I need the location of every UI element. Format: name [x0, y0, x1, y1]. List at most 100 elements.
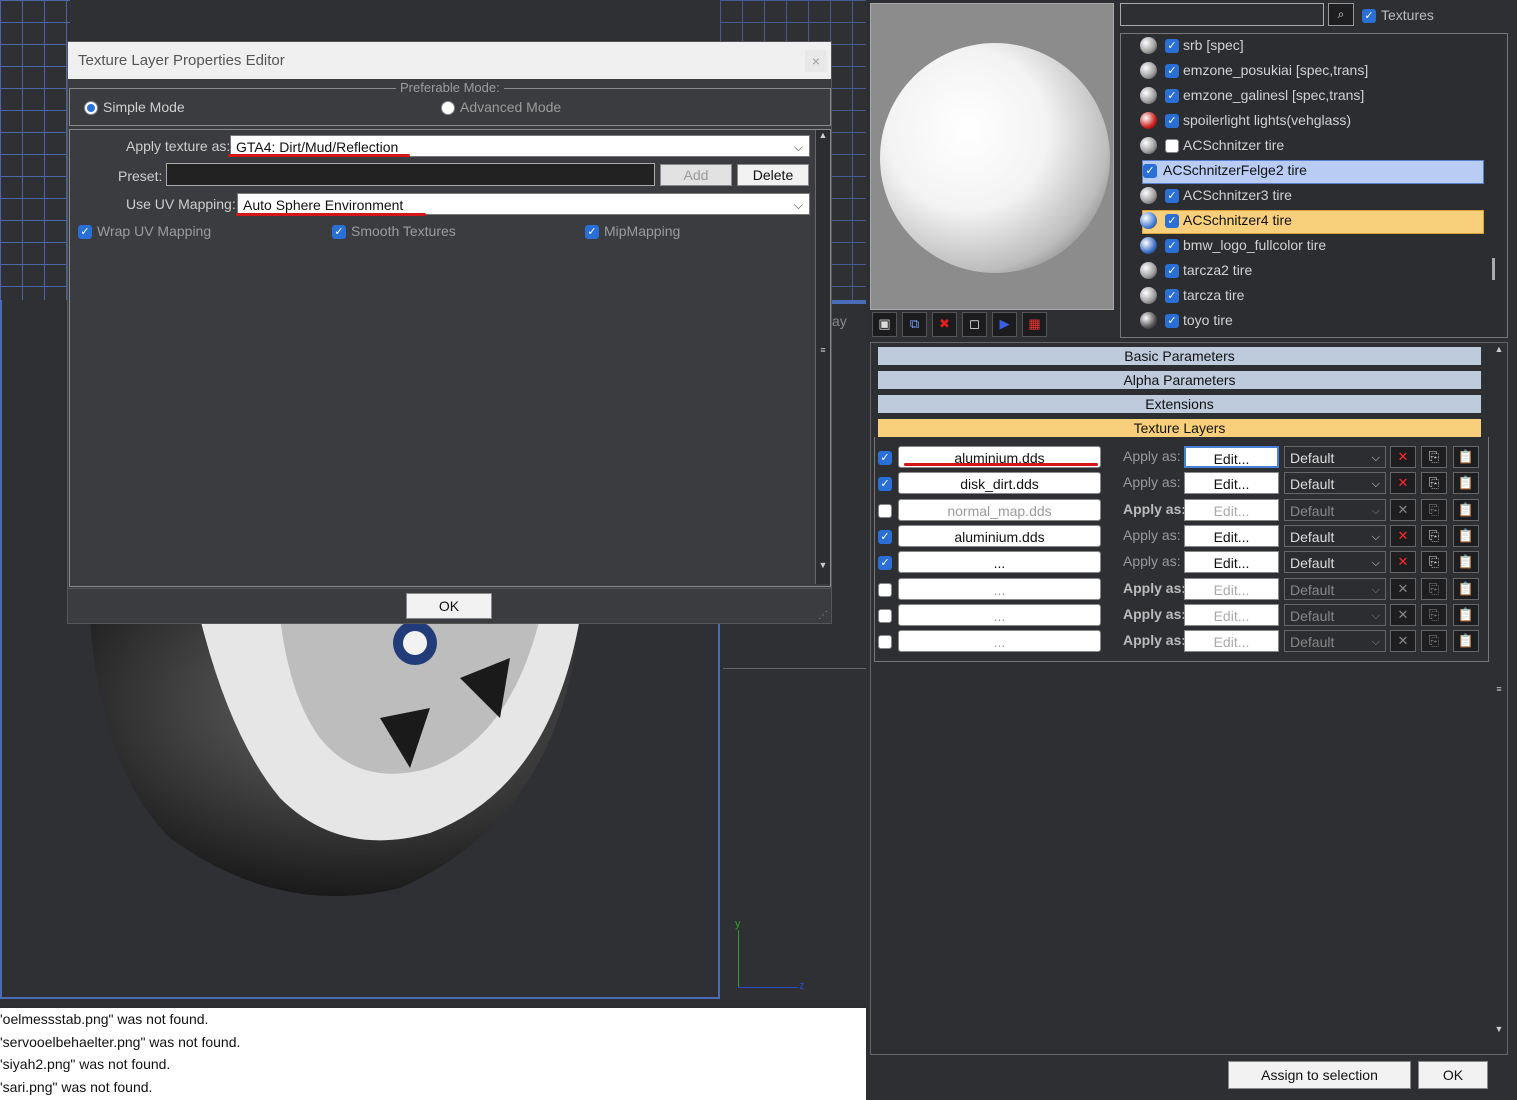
- layer-edit-button[interactable]: Edit...: [1184, 604, 1279, 626]
- copy-layer-icon[interactable]: ⎘: [1421, 578, 1447, 600]
- material-checkbox[interactable]: ✓: [1165, 114, 1179, 128]
- layer-edit-button[interactable]: Edit...: [1184, 499, 1279, 521]
- remove-layer-icon[interactable]: ✕: [1390, 446, 1416, 468]
- material-checkbox[interactable]: ✓: [1165, 239, 1179, 253]
- remove-layer-icon[interactable]: ✕: [1390, 578, 1416, 600]
- layer-enable-checkbox[interactable]: ✓: [878, 609, 892, 623]
- filter-icon[interactable]: ⌕: [1328, 3, 1354, 26]
- resize-grip-icon[interactable]: ⋰: [818, 610, 828, 621]
- material-search-input[interactable]: [1120, 3, 1324, 26]
- layer-mode-select[interactable]: Default ⌵: [1284, 604, 1386, 626]
- mipmapping-checkbox[interactable]: ✓: [585, 225, 599, 239]
- copy-layer-icon[interactable]: ⎘: [1421, 551, 1447, 573]
- remove-layer-icon[interactable]: ✕: [1390, 604, 1416, 626]
- layer-texture-file[interactable]: ...: [898, 578, 1101, 600]
- cube-icon[interactable]: ◻: [962, 312, 987, 337]
- layer-mode-select[interactable]: Default ⌵: [1284, 499, 1386, 521]
- material-checkbox[interactable]: ✓: [1143, 164, 1157, 178]
- layer-edit-button[interactable]: Edit...: [1184, 446, 1279, 468]
- simple-mode-label[interactable]: Simple Mode: [103, 99, 185, 115]
- material-checkbox[interactable]: ✓: [1165, 214, 1179, 228]
- smooth-textures-label[interactable]: Smooth Textures: [351, 223, 456, 239]
- material-checkbox[interactable]: ✓: [1165, 89, 1179, 103]
- layer-mode-select[interactable]: Default ⌵: [1284, 525, 1386, 547]
- material-checkbox[interactable]: ✓: [1165, 289, 1179, 303]
- paste-layer-icon[interactable]: 📋: [1453, 472, 1479, 494]
- copy-layer-icon[interactable]: ⎘: [1421, 630, 1447, 652]
- remove-layer-icon[interactable]: ✕: [1390, 630, 1416, 652]
- remove-layer-icon[interactable]: ✕: [1390, 551, 1416, 573]
- material-item[interactable]: ✓ tarcza tire: [1140, 283, 1480, 308]
- layer-enable-checkbox[interactable]: ✓: [878, 530, 892, 544]
- layer-mode-select[interactable]: Default ⌵: [1284, 578, 1386, 600]
- layer-mode-select[interactable]: Default ⌵: [1284, 630, 1386, 652]
- uv-mapping-select[interactable]: Auto Sphere Environment ⌵: [237, 193, 810, 215]
- material-item[interactable]: ✓ ACSchnitzerFelge2 tire: [1140, 158, 1480, 183]
- layer-enable-checkbox[interactable]: ✓: [878, 451, 892, 465]
- layer-texture-file[interactable]: normal_map.dds: [898, 499, 1101, 521]
- layer-mode-select[interactable]: Default ⌵: [1284, 446, 1386, 468]
- copy-layer-icon[interactable]: ⎘: [1421, 525, 1447, 547]
- paste-layer-icon[interactable]: 📋: [1453, 525, 1479, 547]
- settings-scrollbar[interactable]: ▲ ≡ ▼: [815, 130, 830, 584]
- dialog-titlebar[interactable]: Texture Layer Properties Editor ×: [68, 42, 831, 79]
- material-checkbox[interactable]: ✓: [1165, 189, 1179, 203]
- copy-layer-icon[interactable]: ⎘: [1421, 472, 1447, 494]
- material-item[interactable]: ✓ toyo tire: [1140, 308, 1480, 333]
- remove-layer-icon[interactable]: ✕: [1390, 499, 1416, 521]
- copy-layer-icon[interactable]: ⎘: [1421, 446, 1447, 468]
- ok-button[interactable]: OK: [406, 593, 492, 619]
- layer-edit-button[interactable]: Edit...: [1184, 472, 1279, 494]
- remove-layer-icon[interactable]: ✕: [1390, 525, 1416, 547]
- copy-material-icon[interactable]: ⧉: [902, 312, 927, 337]
- advanced-mode-radio[interactable]: [441, 101, 455, 115]
- wrap-uv-checkbox[interactable]: ✓: [78, 225, 92, 239]
- layer-texture-file[interactable]: aluminium.dds: [898, 525, 1101, 547]
- wrap-uv-label[interactable]: Wrap UV Mapping: [97, 223, 211, 239]
- advanced-mode-label[interactable]: Advanced Mode: [460, 99, 561, 115]
- layer-enable-checkbox[interactable]: ✓: [878, 583, 892, 597]
- layer-texture-file[interactable]: ...: [898, 604, 1101, 626]
- material-item[interactable]: ✓ spoilerlight lights(vehglass): [1140, 108, 1480, 133]
- rollout-extensions[interactable]: Extensions: [878, 395, 1481, 413]
- material-item[interactable]: ✓ ACSchnitzer4 tire: [1140, 208, 1480, 233]
- remove-layer-icon[interactable]: ✕: [1390, 472, 1416, 494]
- material-item[interactable]: ✓ tarcza2 tire: [1140, 258, 1480, 283]
- layer-texture-file[interactable]: disk_dirt.dds: [898, 472, 1101, 494]
- material-item[interactable]: ✓ emzone_galinesl [spec,trans]: [1140, 83, 1480, 108]
- material-item[interactable]: ✓ ACSchnitzer3 tire: [1140, 183, 1480, 208]
- material-checkbox[interactable]: ✓: [1165, 139, 1179, 153]
- material-item[interactable]: ✓ emzone_posukiai [spec,trans]: [1140, 58, 1480, 83]
- rollout-alpha-parameters[interactable]: Alpha Parameters: [878, 371, 1481, 389]
- add-button[interactable]: Add: [660, 164, 732, 186]
- simple-mode-radio[interactable]: [84, 101, 98, 115]
- rollout-basic-parameters[interactable]: Basic Parameters: [878, 347, 1481, 365]
- paste-layer-icon[interactable]: 📋: [1453, 604, 1479, 626]
- layer-texture-file[interactable]: ...: [898, 551, 1101, 573]
- textures-label[interactable]: Textures: [1381, 7, 1434, 23]
- material-item[interactable]: ✓ bmw_logo_fullcolor tire: [1140, 233, 1480, 258]
- paste-layer-icon[interactable]: 📋: [1453, 551, 1479, 573]
- layer-texture-file[interactable]: ...: [898, 630, 1101, 652]
- paste-layer-icon[interactable]: 📋: [1453, 446, 1479, 468]
- new-material-icon[interactable]: ▣: [872, 312, 897, 337]
- assign-to-selection-button[interactable]: Assign to selection: [1228, 1061, 1411, 1089]
- material-checkbox[interactable]: ✓: [1165, 64, 1179, 78]
- layer-mode-select[interactable]: Default ⌵: [1284, 551, 1386, 573]
- mipmapping-label[interactable]: MipMapping: [604, 223, 680, 239]
- layer-mode-select[interactable]: Default ⌵: [1284, 472, 1386, 494]
- rollout-texture-layers[interactable]: Texture Layers: [878, 419, 1481, 437]
- play-icon[interactable]: ▶: [992, 312, 1017, 337]
- material-item[interactable]: ✓ ACSchnitzer tire: [1140, 133, 1480, 158]
- layer-enable-checkbox[interactable]: ✓: [878, 556, 892, 570]
- layer-enable-checkbox[interactable]: ✓: [878, 504, 892, 518]
- copy-layer-icon[interactable]: ⎘: [1421, 499, 1447, 521]
- layer-edit-button[interactable]: Edit...: [1184, 578, 1279, 600]
- list-scrollbar-thumb[interactable]: [1492, 258, 1495, 280]
- panel-ok-button[interactable]: OK: [1418, 1061, 1488, 1089]
- textures-checkbox[interactable]: ✓: [1362, 9, 1376, 23]
- material-item[interactable]: ✓ srb [spec]: [1140, 33, 1480, 58]
- preset-input[interactable]: [166, 163, 655, 186]
- material-checkbox[interactable]: ✓: [1165, 39, 1179, 53]
- paste-layer-icon[interactable]: 📋: [1453, 578, 1479, 600]
